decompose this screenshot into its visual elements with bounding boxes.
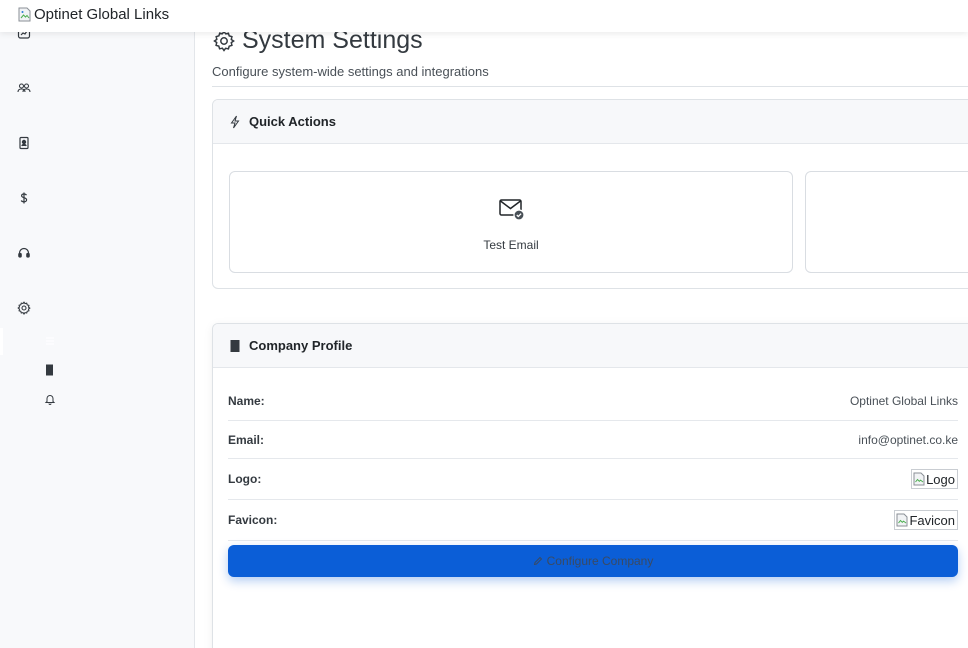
envelope-check-icon	[498, 197, 526, 221]
users-icon[interactable]	[17, 81, 31, 95]
company-profile-title: Company Profile	[249, 338, 353, 353]
company-profile-card: Company Profile Name: Optinet Global Lin…	[212, 323, 968, 648]
company-email-value: info@optinet.co.ke	[858, 432, 958, 447]
list-icon[interactable]	[44, 335, 56, 347]
company-logo-label: Logo:	[228, 472, 262, 486]
active-indicator	[0, 328, 3, 355]
gear-icon[interactable]	[17, 301, 31, 315]
configure-company-label: Configure Company	[546, 554, 654, 568]
contacts-icon[interactable]	[17, 136, 31, 150]
company-favicon-row: Favicon: Favicon	[228, 500, 958, 541]
company-name-row: Name: Optinet Global Links	[228, 382, 958, 421]
broken-image-icon	[896, 513, 908, 527]
settings-gear-icon	[212, 29, 236, 53]
building-icon[interactable]	[44, 364, 56, 376]
headset-icon[interactable]	[17, 246, 31, 260]
company-profile-header: Company Profile	[213, 324, 968, 368]
company-email-label: Email:	[228, 432, 265, 447]
broken-image-icon	[18, 7, 32, 23]
building-icon	[229, 339, 241, 353]
sidebar	[0, 0, 195, 648]
company-logo-alt: Logo	[926, 471, 955, 487]
company-name-value: Optinet Global Links	[849, 394, 958, 408]
company-name-label: Name:	[228, 394, 265, 408]
page-header: System Settings Configure system-wide se…	[212, 26, 968, 87]
brand-alt-text: Optinet Global Links	[34, 6, 170, 23]
lightning-icon	[229, 115, 241, 129]
page-subtitle: Configure system-wide settings and integ…	[212, 64, 489, 79]
test-email-label: Test Email	[483, 238, 539, 252]
main-content: System Settings Configure system-wide se…	[212, 0, 968, 648]
broken-image-icon	[913, 472, 925, 486]
quick-action-tile-2[interactable]	[805, 171, 968, 273]
bell-icon[interactable]	[44, 393, 56, 405]
company-logo-row: Logo: Logo	[228, 459, 958, 500]
company-favicon-image: Favicon	[894, 510, 958, 530]
quick-actions-card: Quick Actions Test Email	[212, 99, 968, 289]
configure-company-button[interactable]: Configure Company	[228, 545, 958, 577]
pencil-icon	[533, 556, 543, 566]
dollar-icon[interactable]	[17, 191, 31, 205]
company-favicon-label: Favicon:	[228, 513, 278, 527]
brand-logo-link[interactable]: Optinet Global Links	[18, 6, 169, 23]
top-navbar: Optinet Global Links	[0, 0, 968, 32]
quick-actions-title: Quick Actions	[249, 114, 336, 129]
company-favicon-alt: Favicon	[909, 512, 955, 528]
company-logo-image: Logo	[911, 469, 958, 489]
quick-actions-header: Quick Actions	[213, 100, 968, 144]
test-email-tile[interactable]: Test Email	[229, 171, 793, 273]
company-email-row: Email: info@optinet.co.ke	[228, 421, 958, 459]
